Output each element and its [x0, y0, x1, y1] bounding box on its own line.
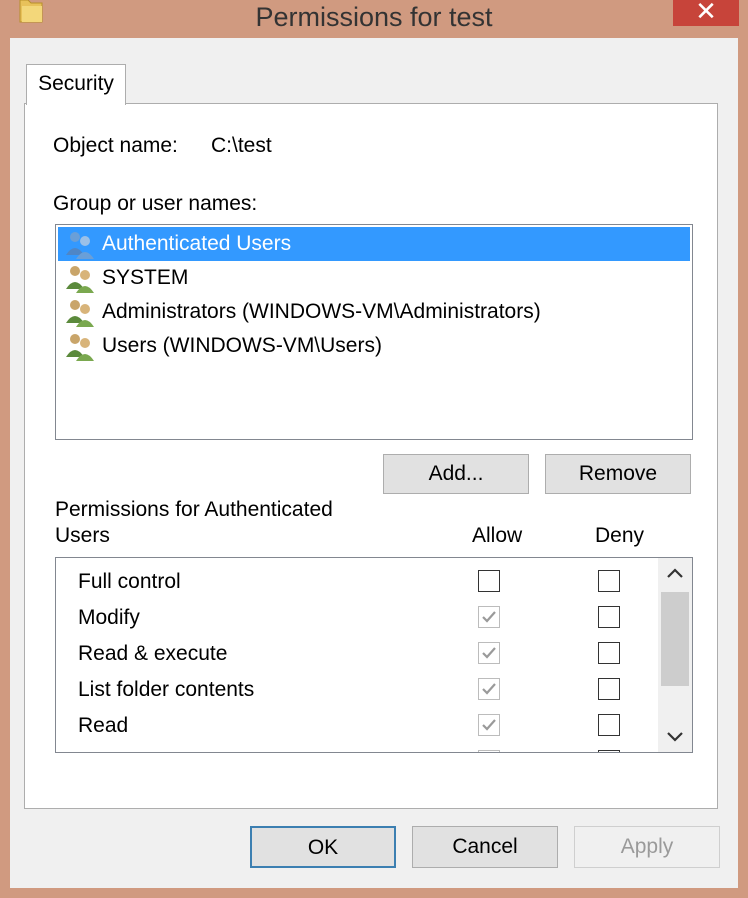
window-title: Permissions for test: [255, 2, 493, 32]
allow-list-folder-contents-checkbox[interactable]: [478, 678, 500, 700]
object-name-label: Object name:: [53, 134, 178, 157]
allow-full-control-checkbox[interactable]: [478, 570, 500, 592]
permissions-list: Full control Modify Read & execute List: [55, 557, 693, 753]
object-name-value: C:\test: [211, 134, 272, 157]
close-icon: ✕: [695, 0, 717, 26]
chevron-down-icon[interactable]: [658, 720, 692, 752]
permission-name: Read: [78, 714, 129, 737]
permission-row-read: Read: [56, 708, 656, 744]
permission-row-read-execute: Read & execute: [56, 636, 656, 672]
checkmark-icon: [482, 611, 496, 623]
permission-name: Read & execute: [78, 642, 228, 665]
list-item-authenticated-users[interactable]: Authenticated Users: [58, 227, 690, 261]
deny-list-folder-contents-checkbox[interactable]: [598, 678, 620, 700]
deny-full-control-checkbox[interactable]: [598, 570, 620, 592]
dialog-client: Security Object name: C:\test Group or u…: [10, 38, 738, 888]
deny-read-checkbox[interactable]: [598, 714, 620, 736]
list-item-label: Users (WINDOWS-VM\Users): [102, 334, 382, 357]
allow-column-header: Allow: [472, 524, 523, 547]
allow-read-checkbox[interactable]: [478, 714, 500, 736]
permissions-title-line2: Users: [55, 524, 110, 547]
apply-button[interactable]: Apply: [574, 826, 720, 868]
ok-button[interactable]: OK: [250, 826, 396, 868]
list-item-users[interactable]: Users (WINDOWS-VM\Users): [58, 329, 690, 363]
list-item-label: SYSTEM: [102, 266, 189, 289]
allow-modify-checkbox[interactable]: [478, 606, 500, 628]
group-user-list[interactable]: Authenticated Users SYSTEM Administrator…: [55, 224, 693, 440]
list-item-system[interactable]: SYSTEM: [58, 261, 690, 295]
list-item-administrators[interactable]: Administrators (WINDOWS-VM\Administrator…: [58, 295, 690, 329]
permission-name: Full control: [78, 570, 181, 593]
deny-read-execute-checkbox[interactable]: [598, 642, 620, 664]
list-item-label: Administrators (WINDOWS-VM\Administrator…: [102, 300, 541, 323]
permissions-title-line1: Permissions for Authenticated: [55, 498, 333, 521]
allow-partial-checkbox[interactable]: [478, 750, 500, 752]
allow-read-execute-checkbox[interactable]: [478, 642, 500, 664]
chevron-up-icon[interactable]: [658, 558, 692, 590]
deny-partial-checkbox[interactable]: [598, 750, 620, 752]
permission-row-list-folder-contents: List folder contents: [56, 672, 656, 708]
user-group-icon: [66, 334, 94, 361]
user-group-icon: [66, 266, 94, 293]
checkmark-icon: [482, 683, 496, 695]
deny-modify-checkbox[interactable]: [598, 606, 620, 628]
deny-column-header: Deny: [595, 524, 645, 547]
checkmark-icon: [482, 719, 496, 731]
permission-name: Modify: [78, 606, 140, 629]
scrollbar-thumb[interactable]: [661, 592, 689, 686]
permission-row-full-control: Full control: [56, 564, 656, 600]
add-button[interactable]: Add...: [383, 454, 529, 494]
group-names-label: Group or user names:: [53, 192, 258, 215]
permission-row-partial: [56, 744, 656, 752]
security-panel: Object name: C:\test Group or user names…: [24, 103, 718, 809]
remove-button[interactable]: Remove: [545, 454, 691, 494]
permission-name: List folder contents: [78, 678, 255, 701]
close-button[interactable]: ✕: [673, 0, 739, 26]
list-item-label: Authenticated Users: [102, 232, 292, 255]
tab-security[interactable]: Security: [26, 64, 126, 105]
user-group-icon: [66, 232, 94, 259]
permissions-scrollbar[interactable]: [658, 558, 692, 752]
title-bar: Permissions for test ✕: [0, 0, 748, 38]
user-group-icon: [66, 300, 94, 327]
permission-row-modify: Modify: [56, 600, 656, 636]
checkmark-icon: [482, 647, 496, 659]
cancel-button[interactable]: Cancel: [412, 826, 558, 868]
